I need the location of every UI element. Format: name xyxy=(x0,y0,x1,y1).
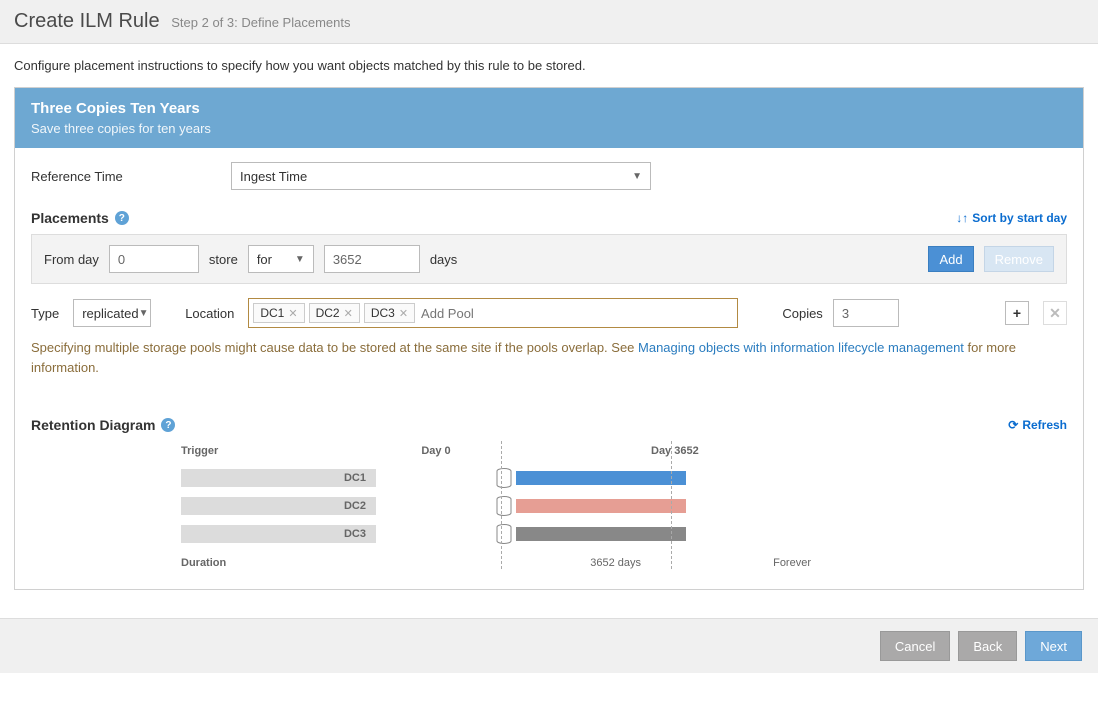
diagram-bar xyxy=(516,471,686,485)
day0-label: Day 0 xyxy=(221,445,651,457)
duration-right: Forever xyxy=(651,557,821,569)
footer-bar: Cancel Back Next xyxy=(0,618,1098,673)
reference-time-select[interactable]: Ingest Time ▼ xyxy=(231,162,651,190)
remove-pool-icon[interactable]: ✕ xyxy=(399,307,408,320)
add-button[interactable]: Add xyxy=(928,246,973,272)
store-for-select[interactable]: for ▼ xyxy=(248,245,314,273)
rule-card: Three Copies Ten Years Save three copies… xyxy=(14,87,1084,590)
pool-tag-label: DC3 xyxy=(371,306,395,320)
sort-link-text: Sort by start day xyxy=(972,211,1067,225)
type-select[interactable]: replicated ▼ xyxy=(73,299,151,327)
type-value: replicated xyxy=(82,306,138,321)
pool-tag-dc1[interactable]: DC1 ✕ xyxy=(253,303,304,323)
placements-title-text: Placements xyxy=(31,210,109,226)
back-button[interactable]: Back xyxy=(958,631,1017,661)
duration-label: Duration xyxy=(181,557,341,569)
location-pool-input[interactable]: DC1 ✕ DC2 ✕ DC3 ✕ xyxy=(248,298,738,328)
remove-pool-icon[interactable]: ✕ xyxy=(344,307,353,320)
diagram-row-label: DC1 xyxy=(181,472,376,484)
days-label: days xyxy=(430,252,457,267)
diagram-row-dc3: DC3 xyxy=(181,523,1067,545)
caret-down-icon: ▼ xyxy=(139,308,149,319)
refresh-text: Refresh xyxy=(1022,418,1067,432)
rule-name: Three Copies Ten Years xyxy=(31,100,1067,117)
type-row: Type replicated ▼ Location DC1 ✕ DC2 ✕ DC3… xyxy=(31,298,1067,328)
pool-tag-dc3[interactable]: DC3 ✕ xyxy=(364,303,415,323)
retention-diagram: Trigger Day 0 Day 3652 DC1 xyxy=(181,441,1067,569)
remove-type-button: ✕ xyxy=(1043,301,1067,325)
caret-down-icon: ▼ xyxy=(295,254,305,265)
storage-cylinder-icon xyxy=(496,496,512,516)
storage-cylinder-icon xyxy=(496,524,512,544)
instructions-text: Configure placement instructions to spec… xyxy=(0,44,1098,87)
reference-time-value: Ingest Time xyxy=(240,169,307,184)
page-step: Step 2 of 3: Define Placements xyxy=(171,15,350,30)
plus-icon: + xyxy=(1013,305,1021,321)
store-label: store xyxy=(209,252,238,267)
diagram-row-label: DC2 xyxy=(181,500,376,512)
rule-description: Save three copies for ten years xyxy=(31,121,1067,136)
marker-line-day0 xyxy=(501,441,502,569)
placement-row: From day store for ▼ days Add Remove xyxy=(31,234,1067,284)
add-type-button[interactable]: + xyxy=(1005,301,1029,325)
type-label: Type xyxy=(31,306,59,321)
pool-tag-dc2[interactable]: DC2 ✕ xyxy=(309,303,360,323)
pool-warning-note: Specifying multiple storage pools might … xyxy=(31,338,1067,377)
retention-heading: Retention Diagram ? xyxy=(31,417,175,433)
pool-tag-label: DC1 xyxy=(260,306,284,320)
diagram-row-label: DC3 xyxy=(181,528,376,540)
remove-button: Remove xyxy=(984,246,1054,272)
store-for-value: for xyxy=(257,252,272,267)
refresh-icon: ⟳ xyxy=(1008,418,1018,432)
day-end-label: Day 3652 xyxy=(651,445,821,457)
diagram-bar xyxy=(516,499,686,513)
reference-time-label: Reference Time xyxy=(31,169,231,184)
retention-title-text: Retention Diagram xyxy=(31,417,155,433)
pool-tag-label: DC2 xyxy=(316,306,340,320)
page-title: Create ILM Rule xyxy=(14,10,160,32)
copies-input[interactable] xyxy=(833,299,899,327)
marker-line-day-end xyxy=(671,441,672,569)
page-header: Create ILM Rule Step 2 of 3: Define Plac… xyxy=(0,0,1098,44)
note-pre: Specifying multiple storage pools might … xyxy=(31,340,638,355)
storage-cylinder-icon xyxy=(496,468,512,488)
refresh-link[interactable]: ⟳ Refresh xyxy=(1008,418,1067,432)
help-icon[interactable]: ? xyxy=(115,211,129,225)
next-button[interactable]: Next xyxy=(1025,631,1082,661)
days-input[interactable] xyxy=(324,245,420,273)
location-label: Location xyxy=(185,306,234,321)
remove-icon: ✕ xyxy=(1049,305,1061,322)
reference-time-row: Reference Time Ingest Time ▼ xyxy=(31,162,1067,190)
diagram-row-dc1: DC1 xyxy=(181,467,1067,489)
help-icon[interactable]: ? xyxy=(161,418,175,432)
cancel-button[interactable]: Cancel xyxy=(880,631,950,661)
copies-label: Copies xyxy=(782,306,822,321)
sort-by-start-day-link[interactable]: ↓↑ Sort by start day xyxy=(956,211,1067,225)
diagram-row-dc2: DC2 xyxy=(181,495,1067,517)
duration-mid: 3652 days xyxy=(341,557,651,569)
from-day-input[interactable] xyxy=(109,245,199,273)
rule-card-header: Three Copies Ten Years Save three copies… xyxy=(15,88,1083,148)
from-day-label: From day xyxy=(44,252,99,267)
diagram-bar xyxy=(516,527,686,541)
note-link[interactable]: Managing objects with information lifecy… xyxy=(638,340,964,355)
placements-heading: Placements ? xyxy=(31,210,129,226)
remove-pool-icon[interactable]: ✕ xyxy=(288,307,297,320)
add-pool-input[interactable] xyxy=(419,301,733,325)
caret-down-icon: ▼ xyxy=(632,171,642,182)
sort-icon: ↓↑ xyxy=(956,211,968,225)
